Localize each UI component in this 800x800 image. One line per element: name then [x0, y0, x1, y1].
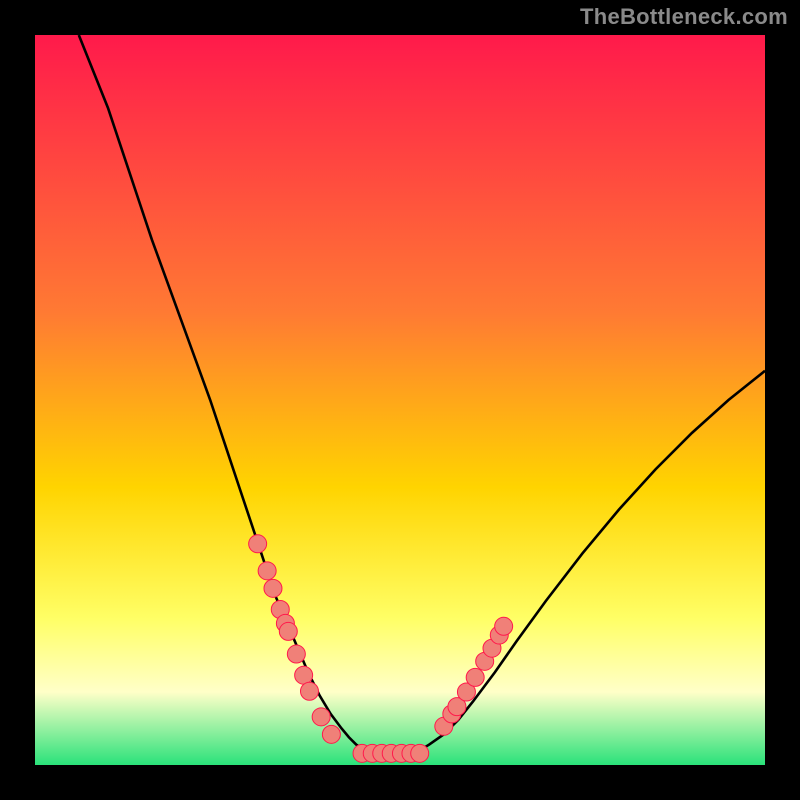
data-dot [258, 562, 276, 580]
chart-svg [35, 35, 765, 765]
data-dot [279, 622, 297, 640]
plot-area [35, 35, 765, 765]
data-dot [300, 682, 318, 700]
data-dot [287, 645, 305, 663]
data-dots [249, 535, 513, 763]
data-dot [466, 668, 484, 686]
data-dot [264, 579, 282, 597]
bottleneck-curve [79, 35, 765, 753]
data-dot [322, 725, 340, 743]
data-dot [295, 666, 313, 684]
chart-frame: TheBottleneck.com [0, 0, 800, 800]
data-dot [411, 744, 429, 762]
data-dot [312, 708, 330, 726]
data-dot [249, 535, 267, 553]
data-dot [495, 617, 513, 635]
watermark-label: TheBottleneck.com [580, 4, 788, 30]
